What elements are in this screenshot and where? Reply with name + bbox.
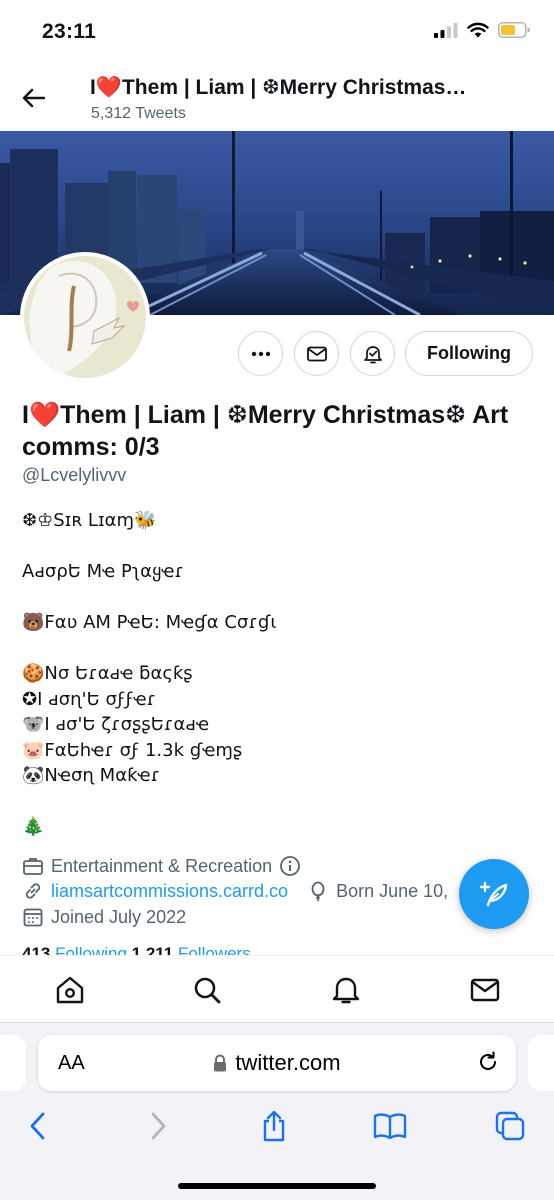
url-domain: twitter.com: [235, 1050, 341, 1075]
profile-handle: @Lcvelylivvv: [22, 465, 127, 485]
search-icon: [194, 977, 221, 1004]
notifications-toggle-button[interactable]: [350, 331, 395, 376]
avatar-image: [24, 256, 146, 378]
following-button[interactable]: Following: [405, 331, 533, 376]
status-bar: 23:11: [0, 0, 554, 64]
envelope-icon: [470, 978, 500, 1002]
website-row: liamsartcommissions.carrd.co Born June 1…: [22, 880, 448, 902]
chevron-right-icon: [151, 1112, 166, 1140]
safari-toolbar: AA twitter.com: [0, 1022, 554, 1200]
category-row: Entertainment & Recreation: [22, 855, 301, 877]
safari-back-button[interactable]: [21, 1109, 55, 1143]
bell-icon: [332, 977, 360, 1004]
tweet-count: 5,312 Tweets: [91, 105, 186, 122]
avatar[interactable]: [20, 252, 150, 382]
back-button[interactable]: [20, 84, 48, 112]
profile-bio: ❆♔Sɪʀ Lɪαɱ🐝 AԁσρԵ Mҽ Pʅαყҽɾ 🐻Fαʋ AM PҽԵ:…: [22, 510, 277, 837]
nav-search[interactable]: [191, 974, 223, 1006]
url-display[interactable]: twitter.com: [38, 1050, 516, 1076]
nav-messages[interactable]: [469, 974, 501, 1006]
calendar-icon: [23, 908, 43, 927]
compose-tweet-button[interactable]: [459, 859, 529, 929]
info-icon[interactable]: [279, 855, 301, 877]
reload-button[interactable]: [476, 1050, 500, 1074]
next-tab-peek[interactable]: [528, 1035, 554, 1091]
header-display-name: I❤️Them | Liam | ❆Merry Christmas❆ Art c…: [90, 76, 470, 99]
bottom-tab-bar: [0, 955, 554, 1023]
joined-text: Joined July 2022: [51, 906, 187, 927]
more-options-button[interactable]: [238, 331, 283, 376]
reload-icon: [480, 1051, 496, 1070]
link-icon: [25, 883, 41, 899]
battery-icon: [498, 22, 530, 38]
status-icons: [434, 22, 530, 38]
home-icon: [56, 976, 84, 1004]
home-indicator[interactable]: [178, 1183, 376, 1189]
status-time: 23:11: [42, 20, 97, 43]
tabs-icon: [495, 1111, 525, 1141]
nav-home[interactable]: [54, 974, 86, 1006]
profile-display-name: I❤️Them | Liam | ❆Merry Christmas❆ Art c…: [22, 401, 509, 461]
bell-check-icon: [363, 345, 382, 363]
category-text: Entertainment & Recreation: [51, 855, 273, 876]
more-dots-icon: [251, 351, 270, 356]
briefcase-icon: [23, 858, 43, 875]
profile-header: I❤️Them | Liam | ❆Merry Christmas❆ Art c…: [0, 64, 554, 132]
back-arrow-icon: [22, 88, 46, 108]
message-button[interactable]: [294, 331, 339, 376]
feather-plus-icon: [479, 881, 508, 907]
share-button[interactable]: [257, 1109, 291, 1143]
wifi-icon: [467, 22, 489, 38]
envelope-icon: [306, 346, 327, 361]
nav-notifications[interactable]: [330, 974, 362, 1006]
lock-icon: [214, 1054, 227, 1072]
website-link[interactable]: liamsartcommissions.carrd.co: [51, 881, 288, 902]
bookmarks-button[interactable]: [373, 1109, 407, 1143]
chevron-left-icon: [30, 1112, 45, 1140]
birthday-text: Born June 10,: [336, 880, 449, 901]
tabs-button[interactable]: [493, 1109, 527, 1143]
book-icon: [373, 1113, 407, 1140]
cellular-signal-icon: [434, 23, 458, 38]
safari-forward-button[interactable]: [141, 1109, 175, 1143]
address-bar[interactable]: AA twitter.com: [38, 1035, 516, 1091]
previous-tab-peek[interactable]: [0, 1035, 26, 1091]
joined-row: Joined July 2022: [22, 906, 186, 928]
share-icon: [263, 1110, 285, 1142]
balloon-icon: [311, 881, 325, 902]
